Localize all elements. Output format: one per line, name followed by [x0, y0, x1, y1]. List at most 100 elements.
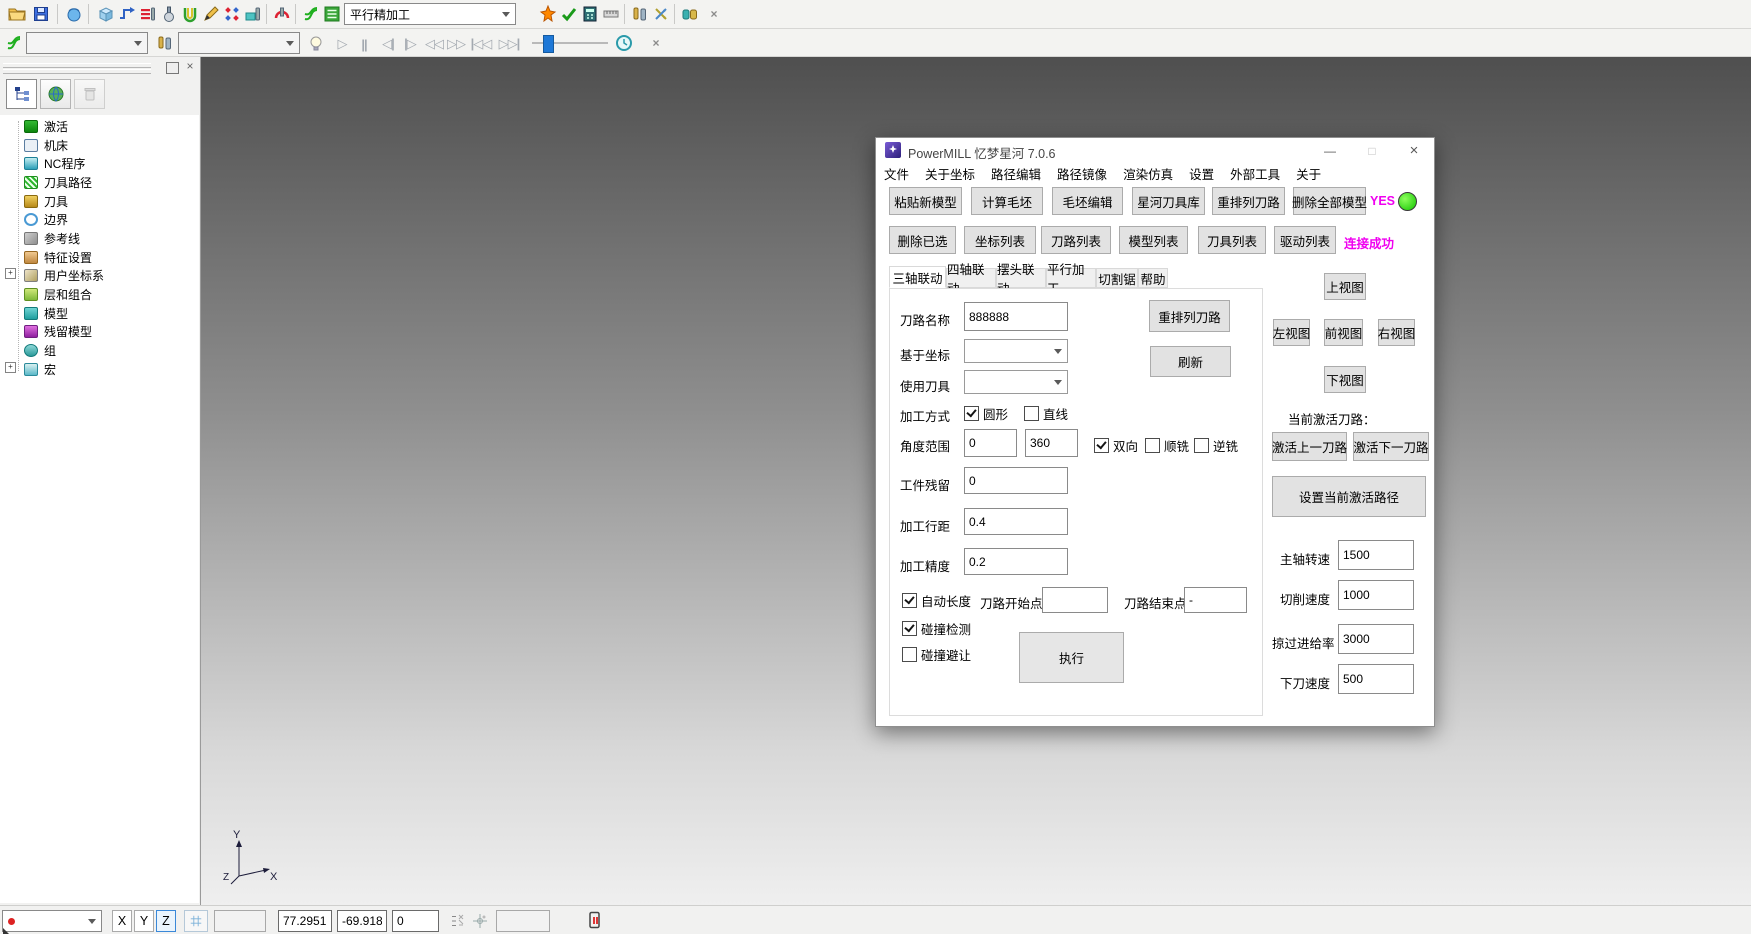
- menu-path-edit[interactable]: 路径编辑: [990, 162, 1042, 185]
- menu-path-mirror[interactable]: 路径镜像: [1056, 162, 1108, 185]
- tree-item-workplanes[interactable]: 用户坐标系: [24, 266, 104, 284]
- flash-tool-icon[interactable]: [538, 4, 558, 24]
- view-left-button[interactable]: 左视图: [1273, 319, 1310, 346]
- compute-block-button[interactable]: 计算毛坯: [971, 187, 1043, 215]
- toolpath-name-input[interactable]: [964, 302, 1068, 331]
- based-coord-select[interactable]: [964, 339, 1068, 363]
- expander-icon[interactable]: +: [5, 362, 16, 373]
- minimize-button[interactable]: —: [1314, 140, 1346, 161]
- collision-avoid-checkbox[interactable]: 碰撞避让: [902, 645, 971, 664]
- view-bottom-button[interactable]: 下视图: [1324, 366, 1366, 393]
- u-channel-icon[interactable]: [180, 4, 200, 24]
- mobile-pause-icon[interactable]: [586, 911, 604, 933]
- refresh-button[interactable]: 刷新: [1150, 346, 1231, 377]
- stock-allowance-input[interactable]: [964, 467, 1068, 494]
- tool-arc-icon[interactable]: [272, 4, 292, 24]
- tolerance-status-input[interactable]: [496, 910, 550, 932]
- tree-item-models[interactable]: 模型: [24, 304, 68, 322]
- tab-explorer-trash[interactable]: [74, 79, 105, 109]
- use-tool-select[interactable]: [964, 370, 1068, 394]
- tab-parallel[interactable]: 平行加工: [1046, 268, 1096, 288]
- tab-saw[interactable]: 切割锯: [1096, 268, 1138, 288]
- circle-checkbox[interactable]: 圆形: [964, 404, 1008, 423]
- tab-head-swing[interactable]: 摆头联动: [996, 268, 1046, 288]
- jump-start-button[interactable]: |◁◁: [468, 35, 494, 53]
- climb-checkbox[interactable]: 顺铣: [1145, 436, 1189, 455]
- speed-slider-handle[interactable]: [543, 35, 554, 53]
- fast-forward-button[interactable]: ▷▷: [446, 35, 466, 53]
- coord-list-button[interactable]: 坐标列表: [964, 226, 1036, 254]
- tree-item-toolpaths[interactable]: 刀具路径: [24, 173, 92, 191]
- tool-list-button[interactable]: 刀具列表: [1198, 226, 1266, 254]
- tool-library-button[interactable]: 星河刀具库: [1132, 187, 1205, 215]
- plunge-feed-input[interactable]: [1338, 664, 1414, 694]
- dialog-titlebar[interactable]: PowerMILL 忆梦星河 7.0.6 — □ ×: [876, 138, 1434, 163]
- activate-next-toolpath-button[interactable]: 激活下一刀路: [1353, 432, 1429, 461]
- tree-item-patterns[interactable]: 参考线: [24, 229, 80, 247]
- tool-block-icon[interactable]: [243, 4, 263, 24]
- angle-from-input[interactable]: [964, 429, 1017, 457]
- cursor-x-input[interactable]: [278, 910, 332, 932]
- cursor-y-input[interactable]: [337, 910, 387, 932]
- close-button[interactable]: ×: [1398, 140, 1430, 161]
- tolerance-input[interactable]: [964, 548, 1068, 575]
- save-icon[interactable]: [31, 4, 51, 24]
- close-icon[interactable]: ×: [704, 4, 724, 24]
- tab-3axis[interactable]: 三轴联动: [889, 266, 946, 288]
- strategy-list-icon[interactable]: [322, 4, 342, 24]
- auto-length-checkbox[interactable]: 自动长度: [902, 591, 971, 610]
- tree-item-feature-sets[interactable]: 特征设置: [24, 248, 92, 266]
- tab-help[interactable]: 帮助: [1138, 268, 1168, 288]
- featureset-diamonds-icon[interactable]: [222, 4, 242, 24]
- close-icon[interactable]: ×: [646, 33, 666, 53]
- toolpath-s-icon[interactable]: [4, 33, 24, 53]
- tab-4axis[interactable]: 四轴联动: [946, 268, 996, 288]
- menu-about-coords[interactable]: 关于坐标: [924, 162, 976, 185]
- grid-toggle-button[interactable]: [184, 910, 208, 932]
- close-icon[interactable]: ×: [184, 60, 196, 72]
- xyz-list-icon[interactable]: [450, 913, 466, 932]
- workplane-combo[interactable]: [2, 910, 102, 932]
- tree-item-levels-sets[interactable]: 层和组合: [24, 285, 92, 303]
- menu-external-tools[interactable]: 外部工具: [1229, 162, 1281, 185]
- paste-new-model-button[interactable]: 粘贴新模型: [889, 187, 962, 215]
- menu-settings[interactable]: 设置: [1188, 162, 1215, 185]
- step-back-button[interactable]: ◁|: [378, 35, 398, 53]
- ball-tool-icon[interactable]: [159, 4, 179, 24]
- cursor-z-input[interactable]: [392, 910, 439, 932]
- line-checkbox[interactable]: 直线: [1024, 404, 1068, 423]
- toolpath-s-icon[interactable]: [301, 4, 321, 24]
- step-forward-button[interactable]: |▷: [400, 35, 420, 53]
- rearrange-toolpaths-button[interactable]: 重排列刀路: [1212, 187, 1285, 215]
- axis-probe-icon[interactable]: [472, 913, 488, 932]
- calculator-icon[interactable]: [580, 4, 600, 24]
- tool-combo[interactable]: [178, 32, 300, 54]
- toolpath-jump-icon[interactable]: [117, 4, 137, 24]
- execute-button[interactable]: 执行: [1019, 632, 1124, 683]
- toolpath-list-button[interactable]: 刀路列表: [1041, 226, 1111, 254]
- skim-feed-input[interactable]: [1338, 624, 1414, 654]
- tab-explorer-tree[interactable]: [6, 79, 37, 109]
- tab-explorer-world[interactable]: [40, 79, 71, 109]
- menu-about[interactable]: 关于: [1295, 162, 1322, 185]
- tree-item-activate[interactable]: 激活: [24, 117, 68, 135]
- grid-size-input[interactable]: [214, 910, 266, 932]
- tree-item-machine[interactable]: 机床: [24, 136, 68, 154]
- drive-list-button[interactable]: 驱动列表: [1274, 226, 1336, 254]
- open-folder-icon[interactable]: [7, 4, 27, 24]
- menu-render-sim[interactable]: 渲染仿真: [1122, 162, 1174, 185]
- play-button[interactable]: ▷: [332, 35, 352, 53]
- tree-item-boundaries[interactable]: 边界: [24, 210, 68, 228]
- tree-item-macros[interactable]: 宏: [24, 360, 56, 378]
- nc-cylinders-icon[interactable]: [680, 4, 700, 24]
- z-axis-button[interactable]: Z: [156, 910, 176, 932]
- explorer-header[interactable]: ×: [0, 60, 200, 76]
- spindle-speed-input[interactable]: [1338, 540, 1414, 570]
- menu-file[interactable]: 文件: [883, 162, 910, 185]
- delete-selected-button[interactable]: 删除已选: [889, 226, 956, 254]
- view-right-button[interactable]: 右视图: [1378, 319, 1415, 346]
- delete-all-models-button[interactable]: 删除全部模型: [1293, 187, 1366, 215]
- levels-tool-icon[interactable]: [138, 4, 158, 24]
- restore-icon[interactable]: [166, 62, 179, 74]
- pattern-pencil-icon[interactable]: [201, 4, 221, 24]
